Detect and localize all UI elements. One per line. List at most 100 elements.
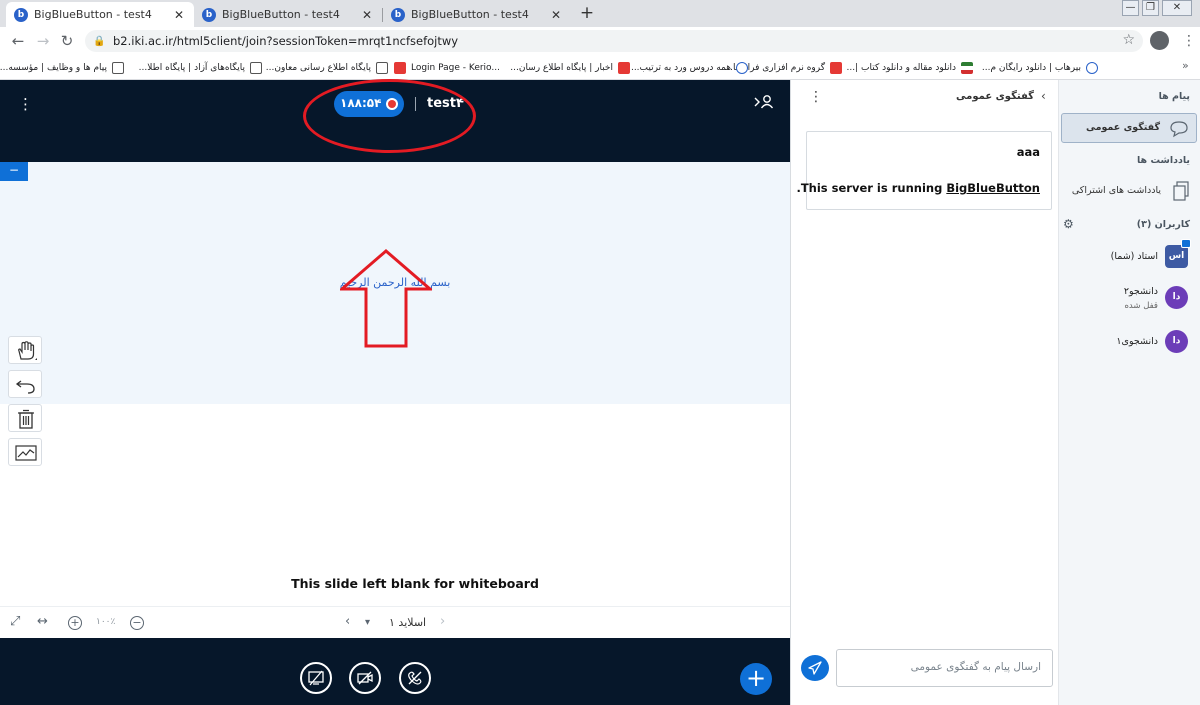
gear-icon[interactable]: ⚙	[1063, 217, 1074, 231]
avatar: اس	[1165, 245, 1188, 268]
meeting-header: ⋮ ۱۸۸:۵۴ test۴	[0, 79, 790, 162]
bookmark-favicon-icon	[1086, 62, 1098, 74]
profile-avatar-icon[interactable]	[1150, 31, 1169, 50]
fullscreen-icon[interactable]: ⤢	[10, 614, 20, 629]
video-off-icon	[357, 671, 373, 685]
user-name: دانشجوی۱	[1116, 336, 1158, 347]
url-text: b2.iki.ac.ir/html5client/join?sessionTok…	[113, 34, 459, 48]
bigbluebutton-favicon-icon: b	[14, 7, 28, 22]
tab-close-icon[interactable]: ✕	[549, 8, 563, 22]
bookmark-favicon-icon	[112, 62, 124, 74]
pan-tool-button[interactable]	[8, 336, 42, 364]
bigbluebutton-favicon-icon: b	[391, 7, 405, 22]
undo-button[interactable]	[8, 370, 42, 398]
message-prefix: .This server is running	[796, 181, 947, 195]
chat-options-icon[interactable]: ⋮	[809, 89, 823, 105]
bookmark-item[interactable]: همه دروس ورد به ترتیب...	[631, 60, 748, 76]
zoom-out-icon[interactable]: −	[130, 616, 144, 630]
join-audio-button[interactable]	[399, 662, 431, 694]
undo-icon	[15, 380, 35, 394]
next-slide-icon[interactable]: ‹	[345, 614, 350, 629]
audio-off-icon	[408, 671, 422, 685]
minimize-presentation-button[interactable]: −	[0, 162, 28, 181]
browser-menu-icon[interactable]: ⋮	[1182, 31, 1196, 51]
slide-select-chevron-icon[interactable]: ▾	[365, 617, 370, 628]
users-heading: کاربران (۳)	[1136, 219, 1190, 230]
browser-tab-3[interactable]: b BigBlueButton - test4 ✕	[383, 2, 571, 27]
forward-arrow-icon[interactable]: →	[33, 31, 53, 51]
browser-toolbar: ← → ↻ 🔒 b2.iki.ac.ir/html5client/join?se…	[0, 27, 1200, 55]
browser-tab-2[interactable]: b BigBlueButton - test4 ✕	[194, 2, 382, 27]
share-screen-button[interactable]	[300, 662, 332, 694]
desktop-share-off-icon	[308, 670, 324, 686]
options-menu-icon[interactable]: ⋮	[18, 95, 33, 113]
message-text: .This server is running BigBlueButton	[796, 181, 1040, 195]
user-name: استاد (شما)	[1110, 251, 1158, 262]
bookmark-favicon-icon	[250, 62, 262, 74]
bookmark-favicon-icon	[961, 62, 973, 74]
bigbluebutton-favicon-icon: b	[202, 7, 216, 22]
bookmark-item[interactable]: پیام ها و وظایف | مؤسسه...	[0, 60, 124, 76]
share-webcam-button[interactable]	[349, 662, 381, 694]
bookmark-item[interactable]: اخبار | پایگاه اطلاع رسان...	[510, 60, 630, 76]
bookmark-item[interactable]: بیرهاب | دانلود رایگان م...	[982, 60, 1098, 76]
bigbluebutton-link[interactable]: BigBlueButton	[946, 181, 1040, 195]
chat-message: aaa .This server is running BigBlueButto…	[796, 131, 1052, 210]
bookmark-item[interactable]: پایگاه اطلاع رسانی معاون...	[266, 60, 388, 76]
bookmark-item[interactable]: Login Page - Kerio...	[393, 60, 500, 76]
annotation-ellipse	[303, 79, 476, 153]
new-tab-button[interactable]: +	[578, 3, 596, 23]
user-item[interactable]: دا دانشجوی۱	[1059, 328, 1200, 364]
bookmark-star-icon[interactable]: ☆	[1122, 32, 1135, 48]
actions-plus-button[interactable]: +	[740, 663, 772, 695]
public-chat-label: گفتگوی عمومی	[1085, 122, 1160, 133]
browser-tab-1[interactable]: b BigBlueButton - test4 ✕	[6, 2, 194, 27]
user-list-toggle-icon[interactable]	[753, 94, 775, 114]
fit-width-icon[interactable]: ↔	[37, 614, 48, 629]
lock-icon: 🔒	[93, 35, 106, 47]
message-author: aaa	[1016, 145, 1040, 159]
user-locked-status: قفل شده	[1124, 301, 1158, 311]
messages-heading: پیام ها	[1158, 91, 1190, 102]
tab-close-icon[interactable]: ✕	[360, 8, 374, 22]
slide-caption: This slide left blank for whiteboard	[291, 576, 539, 591]
user-item[interactable]: اس استاد (شما)	[1059, 239, 1200, 279]
trash-icon	[18, 409, 34, 429]
chat-message-input[interactable]: ارسال پیام به گفتگوی عمومی	[836, 649, 1053, 687]
send-icon	[808, 661, 822, 675]
annotation-arrow-icon	[340, 249, 432, 348]
previous-slide-icon[interactable]: ›	[440, 614, 445, 629]
shared-notes-item[interactable]: یادداشت های اشتراکی	[1061, 177, 1197, 205]
tab-close-icon[interactable]: ✕	[172, 8, 186, 22]
avatar: دا	[1165, 330, 1188, 353]
bookmark-item[interactable]: پایگاه‌های آزاد | پایگاه اطلا...	[139, 60, 262, 76]
minimize-window-button[interactable]: —	[1122, 0, 1139, 16]
address-bar[interactable]: 🔒 b2.iki.ac.ir/html5client/join?sessionT…	[85, 30, 1143, 52]
tab-title: BigBlueButton - test4	[411, 8, 529, 21]
presentation-controls: ⤢ ↔ + ۱۰۰٪ − ‹ ▾ اسلاید ۱ ›	[0, 606, 790, 638]
slide-selector[interactable]: اسلاید ۱	[389, 616, 426, 629]
whiteboard-toolbar	[8, 336, 42, 466]
chat-back-icon[interactable]: ‹	[1041, 89, 1046, 103]
multi-user-whiteboard-button[interactable]	[8, 438, 42, 466]
zoom-level: ۱۰۰٪	[96, 617, 116, 627]
clear-annotations-button[interactable]	[8, 404, 42, 432]
presenter-icon	[1181, 239, 1191, 248]
bookmark-favicon-icon	[618, 62, 630, 74]
public-chat-item[interactable]: گفتگوی عمومی	[1061, 113, 1197, 143]
bookmarks-bar: بیرهاب | دانلود رایگان م... دانلود مقاله…	[0, 55, 1200, 80]
tab-title: BigBlueButton - test4	[34, 8, 152, 21]
send-message-button[interactable]	[801, 655, 829, 681]
bookmarks-overflow-icon[interactable]: »	[1182, 59, 1189, 72]
bookmark-favicon-icon	[393, 62, 406, 74]
bookmark-favicon-icon	[830, 62, 842, 74]
bookmark-item[interactable]: دانلود مقاله و دانلود کتاب |...	[847, 60, 973, 76]
avatar: دا	[1165, 286, 1188, 309]
user-item[interactable]: دا دانشجو۲ قفل شده	[1059, 284, 1200, 320]
back-arrow-icon[interactable]: ←	[8, 31, 28, 51]
reload-icon[interactable]: ↻	[57, 31, 77, 51]
close-window-button[interactable]: ✕	[1162, 0, 1192, 16]
zoom-in-icon[interactable]: +	[68, 616, 82, 630]
restore-window-button[interactable]: ❐	[1142, 0, 1159, 16]
chat-bubble-icon	[1169, 120, 1189, 141]
